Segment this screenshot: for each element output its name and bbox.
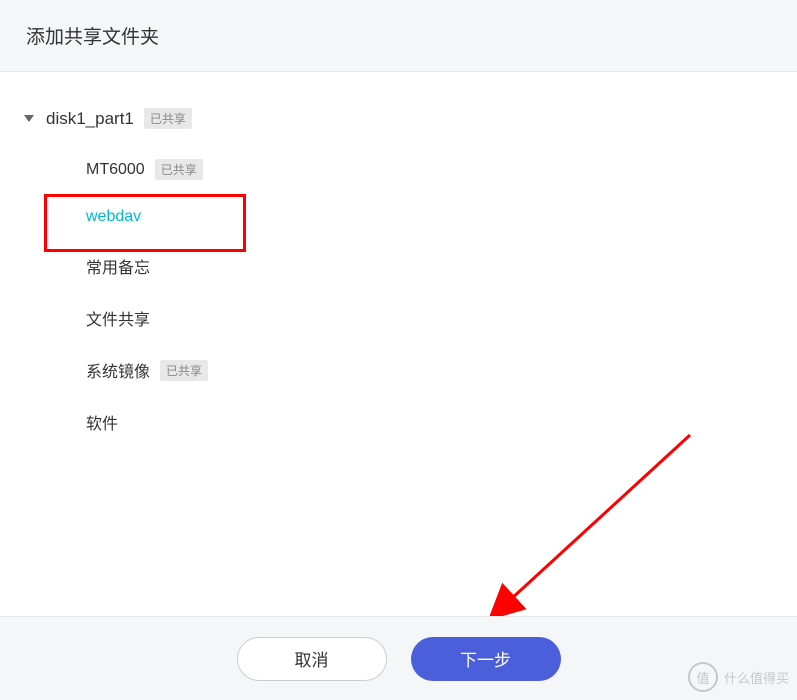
tree-item-label: 常用备忘	[86, 254, 150, 278]
tree-item-label: 系统镜像	[86, 358, 150, 382]
dialog-content: disk1_part1 已共享 MT6000 已共享 webdav 常用备忘 文…	[0, 72, 797, 610]
shared-badge: 已共享	[144, 108, 192, 129]
tree-item-label: MT6000	[86, 161, 145, 179]
dialog-title: 添加共享文件夹	[26, 22, 771, 49]
tree-item-label: webdav	[86, 208, 141, 226]
tree-item-fileshare[interactable]: 文件共享	[72, 292, 777, 344]
tree-children: MT6000 已共享 webdav 常用备忘 文件共享 系统镜像 已共享 软件	[20, 135, 777, 448]
shared-badge: 已共享	[155, 159, 203, 180]
tree-item-memo[interactable]: 常用备忘	[72, 240, 777, 292]
watermark-logo-icon: 值	[688, 662, 718, 692]
tree-item-webdav[interactable]: webdav	[72, 194, 777, 240]
watermark: 值 什么值得买	[688, 662, 789, 692]
next-button[interactable]: 下一步	[411, 637, 561, 681]
chevron-down-icon	[24, 115, 34, 122]
watermark-text: 什么值得买	[724, 668, 789, 687]
tree-item-label: 软件	[86, 410, 118, 434]
tree-item-mt6000[interactable]: MT6000 已共享	[72, 145, 777, 194]
dialog-footer: 取消 下一步	[0, 616, 797, 700]
cancel-button[interactable]: 取消	[237, 637, 387, 681]
dialog-header: 添加共享文件夹	[0, 0, 797, 72]
tree-root-label: disk1_part1	[46, 109, 134, 129]
tree-item-label: 文件共享	[86, 306, 150, 330]
shared-badge: 已共享	[160, 360, 208, 381]
tree-item-sysimage[interactable]: 系统镜像 已共享	[72, 344, 777, 396]
tree-root-item[interactable]: disk1_part1 已共享	[20, 102, 777, 135]
tree-item-software[interactable]: 软件	[72, 396, 777, 448]
